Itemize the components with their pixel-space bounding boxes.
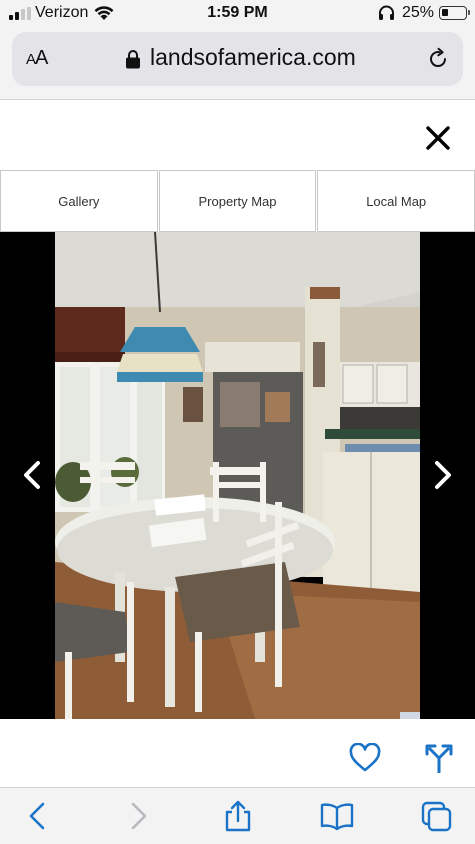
tab-property-map[interactable]: Property Map	[158, 170, 317, 232]
back-icon[interactable]	[22, 800, 56, 832]
tab-local-map[interactable]: Local Map	[317, 170, 475, 232]
address-bar[interactable]: AA landsofamerica.com	[12, 32, 463, 86]
bookmarks-icon[interactable]	[320, 800, 354, 832]
listing-actions	[0, 719, 475, 787]
tabs-icon[interactable]	[420, 800, 454, 832]
tab-local-map-label: Local Map	[366, 193, 427, 209]
browser-toolbar	[0, 787, 475, 844]
battery-percent: 25%	[402, 4, 435, 21]
close-icon[interactable]	[420, 121, 456, 157]
battery-level	[442, 9, 448, 16]
dining-room-photo[interactable]	[55, 232, 420, 719]
reload-icon[interactable]	[426, 47, 450, 71]
reader-view-button[interactable]: AA	[26, 47, 48, 70]
browser-address-area: AA landsofamerica.com	[0, 26, 475, 100]
gallery-tab-bar: Gallery Property Map Local Map	[0, 170, 475, 232]
reader-view-label: A	[35, 47, 48, 69]
share-icon[interactable]	[221, 800, 255, 832]
tab-gallery[interactable]: Gallery	[0, 170, 158, 232]
chevron-left-icon[interactable]	[16, 457, 50, 493]
heart-icon[interactable]	[349, 743, 381, 773]
directions-icon[interactable]	[424, 741, 454, 773]
tab-gallery-label: Gallery	[58, 193, 100, 209]
url-text[interactable]: landsofamerica.com	[150, 44, 356, 71]
forward-icon[interactable]	[121, 800, 155, 832]
photo-gallery[interactable]	[0, 232, 475, 719]
battery-nub	[468, 10, 470, 15]
chevron-right-icon[interactable]	[425, 457, 459, 493]
lock-icon	[126, 50, 140, 69]
tab-property-map-label: Property Map	[198, 193, 277, 209]
status-bar: Verizon 1:59 PM 25%	[0, 0, 475, 26]
battery-icon	[439, 6, 467, 20]
headphones-icon	[379, 5, 394, 20]
